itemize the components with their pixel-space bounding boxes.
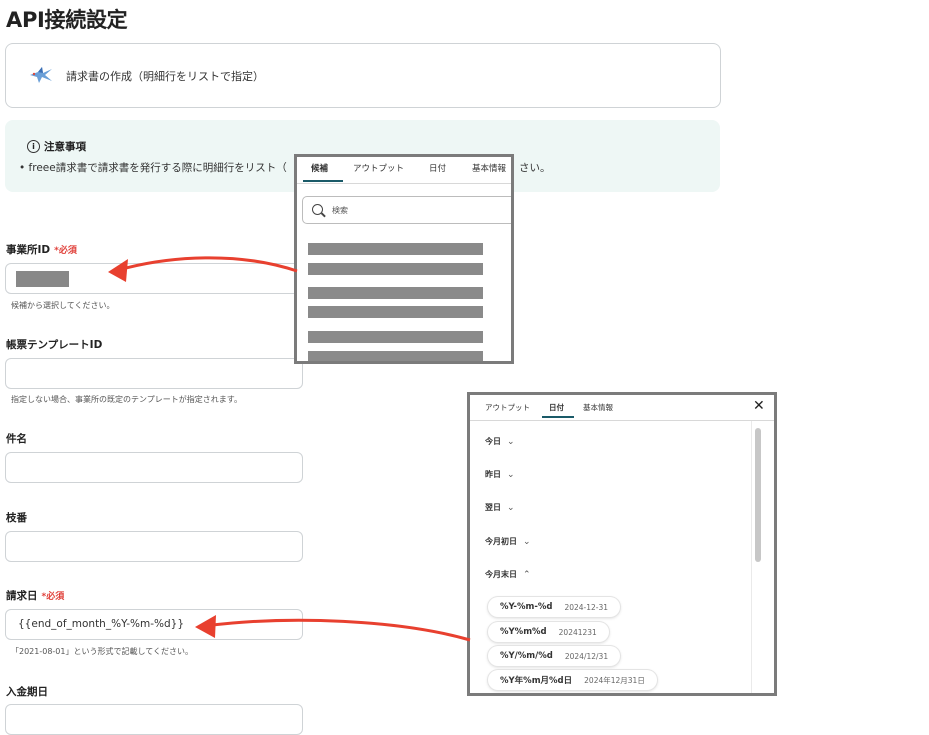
active-tab-underline bbox=[542, 416, 574, 418]
template-id-label: 帳票テンプレートID bbox=[6, 339, 103, 351]
chevron-down-icon: ⌄ bbox=[507, 470, 515, 480]
format-option[interactable]: %Y/%m/%d 2024/12/31 bbox=[488, 646, 621, 666]
date-group-month-end[interactable]: 今月末日 ⌃ bbox=[485, 569, 531, 580]
invoice-date-hint: 「2021-08-01」という形式で記載してください。 bbox=[11, 647, 194, 656]
candidate-item[interactable] bbox=[308, 287, 483, 299]
tab-output[interactable]: アウトプット bbox=[353, 162, 404, 174]
date-group-today[interactable]: 今日 ⌄ bbox=[485, 436, 515, 447]
notice-title: i 注意事項 bbox=[27, 139, 86, 154]
office-id-hint: 候補から選択してください。 bbox=[11, 301, 115, 310]
candidate-item[interactable] bbox=[308, 351, 483, 361]
tab-basic-info[interactable]: 基本情報 bbox=[583, 402, 613, 413]
tab-date[interactable]: 日付 bbox=[549, 402, 564, 413]
masked-value bbox=[16, 271, 69, 287]
popup-tabs: 候補 アウトプット 日付 基本情報 bbox=[297, 157, 511, 184]
notice-body-tail: さい。 bbox=[519, 162, 551, 174]
branch-no-label: 枝番 bbox=[6, 512, 27, 524]
due-date-input[interactable] bbox=[5, 704, 303, 735]
format-option[interactable]: %Y%m%d 20241231 bbox=[488, 622, 609, 642]
active-tab-underline bbox=[303, 180, 343, 182]
date-group-tomorrow[interactable]: 翌日 ⌄ bbox=[485, 502, 515, 513]
scrollbar-track bbox=[751, 421, 752, 693]
due-date-label: 入金期日 bbox=[6, 686, 48, 698]
date-popup: アウトプット 日付 基本情報 ✕ 今日 ⌄ 昨日 ⌄ 翌日 ⌄ 今月初日 ⌄ 今月末日 ⌃… bbox=[467, 392, 777, 696]
subject-input[interactable] bbox=[5, 452, 303, 483]
search-placeholder: 検索 bbox=[332, 206, 348, 215]
tab-candidates[interactable]: 候補 bbox=[311, 162, 328, 174]
office-id-label: 事業所ID *必須 bbox=[6, 244, 77, 256]
bird-icon bbox=[30, 67, 52, 83]
candidate-item[interactable] bbox=[308, 331, 483, 343]
search-input[interactable]: 検索 bbox=[302, 196, 511, 224]
notice-title-text: 注意事項 bbox=[44, 141, 86, 153]
page-title: API接続設定 bbox=[6, 8, 128, 32]
close-icon[interactable]: ✕ bbox=[753, 399, 765, 413]
chevron-down-icon: ⌄ bbox=[507, 503, 515, 513]
format-option[interactable]: %Y年%m月%d日 2024年12月31日 bbox=[488, 670, 657, 690]
invoice-date-value: {{end_of_month_%Y-%m-%d}} bbox=[18, 618, 185, 630]
tab-basic-info[interactable]: 基本情報 bbox=[472, 162, 506, 174]
format-option[interactable]: %Y-%m-%d 2024-12-31 bbox=[488, 597, 621, 617]
required-mark: *必須 bbox=[41, 592, 65, 602]
notice-body: • freee請求書で請求書を発行する際に明細行をリスト（ bbox=[19, 162, 287, 174]
scrollbar[interactable] bbox=[755, 428, 761, 562]
date-group-month-start[interactable]: 今月初日 ⌄ bbox=[485, 536, 531, 547]
tab-date[interactable]: 日付 bbox=[429, 162, 446, 174]
candidate-item[interactable] bbox=[308, 263, 483, 275]
invoice-date-label: 請求日 *必須 bbox=[6, 590, 65, 602]
popup-tabs: アウトプット 日付 基本情報 ✕ bbox=[470, 395, 774, 421]
chevron-down-icon: ⌄ bbox=[507, 437, 515, 447]
candidates-popup: 候補 アウトプット 日付 基本情報 検索 bbox=[294, 154, 514, 364]
branch-no-input[interactable] bbox=[5, 531, 303, 562]
tab-output[interactable]: アウトプット bbox=[485, 402, 530, 413]
info-icon: i bbox=[27, 140, 40, 153]
invoice-date-input[interactable]: {{end_of_month_%Y-%m-%d}} bbox=[5, 609, 303, 640]
template-id-input[interactable] bbox=[5, 358, 303, 389]
chevron-down-icon: ⌄ bbox=[523, 537, 531, 547]
candidate-item[interactable] bbox=[308, 243, 483, 255]
candidate-item[interactable] bbox=[308, 306, 483, 318]
template-id-hint: 指定しない場合、事業所の既定のテンプレートが指定されます。 bbox=[11, 395, 242, 404]
required-mark: *必須 bbox=[54, 246, 77, 256]
search-icon bbox=[312, 204, 323, 215]
action-label: 請求書の作成（明細行をリストで指定） bbox=[66, 70, 264, 83]
date-group-yesterday[interactable]: 昨日 ⌄ bbox=[485, 469, 515, 480]
action-card[interactable]: 請求書の作成（明細行をリストで指定） bbox=[5, 43, 721, 108]
office-id-input[interactable] bbox=[5, 263, 303, 294]
chevron-up-icon: ⌃ bbox=[523, 570, 531, 580]
subject-label: 件名 bbox=[6, 433, 27, 445]
